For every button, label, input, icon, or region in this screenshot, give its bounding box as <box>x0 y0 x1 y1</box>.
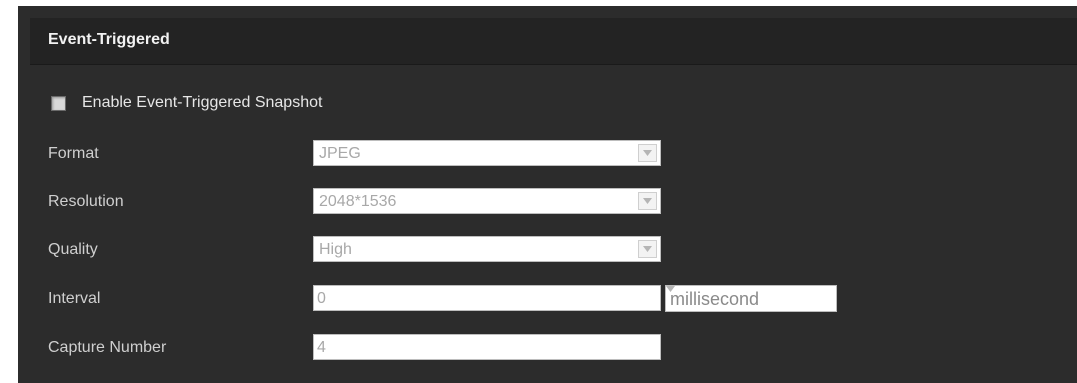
quality-label: Quality <box>48 241 98 258</box>
enable-snapshot-checkbox[interactable] <box>51 95 66 111</box>
resolution-value: 2048*1536 <box>319 193 397 210</box>
chevron-down-icon[interactable] <box>638 192 657 210</box>
format-label: Format <box>48 145 99 162</box>
interval-unit-value: millisecond <box>670 289 760 309</box>
interval-unit-select[interactable]: millisecond <box>665 285 837 312</box>
quality-select[interactable]: High <box>313 236 661 262</box>
enable-snapshot-row: Enable Event-Triggered Snapshot <box>51 93 322 113</box>
capture-number-input[interactable]: 4 <box>313 334 661 360</box>
chevron-down-icon[interactable] <box>638 240 657 258</box>
section-header: Event-Triggered <box>30 18 1077 65</box>
capture-number-label: Capture Number <box>48 339 167 356</box>
resolution-label: Resolution <box>48 193 124 210</box>
interval-label: Interval <box>48 290 101 307</box>
chevron-down-icon[interactable] <box>638 144 657 162</box>
interval-input[interactable]: 0 <box>313 285 661 311</box>
capture-number-value: 4 <box>317 339 326 356</box>
interval-value: 0 <box>317 290 326 307</box>
resolution-select[interactable]: 2048*1536 <box>313 188 661 214</box>
section-title: Event-Triggered <box>48 31 170 48</box>
enable-snapshot-label: Enable Event-Triggered Snapshot <box>82 94 323 111</box>
format-value: JPEG <box>319 145 361 162</box>
format-select[interactable]: JPEG <box>313 140 661 166</box>
quality-value: High <box>319 241 352 258</box>
